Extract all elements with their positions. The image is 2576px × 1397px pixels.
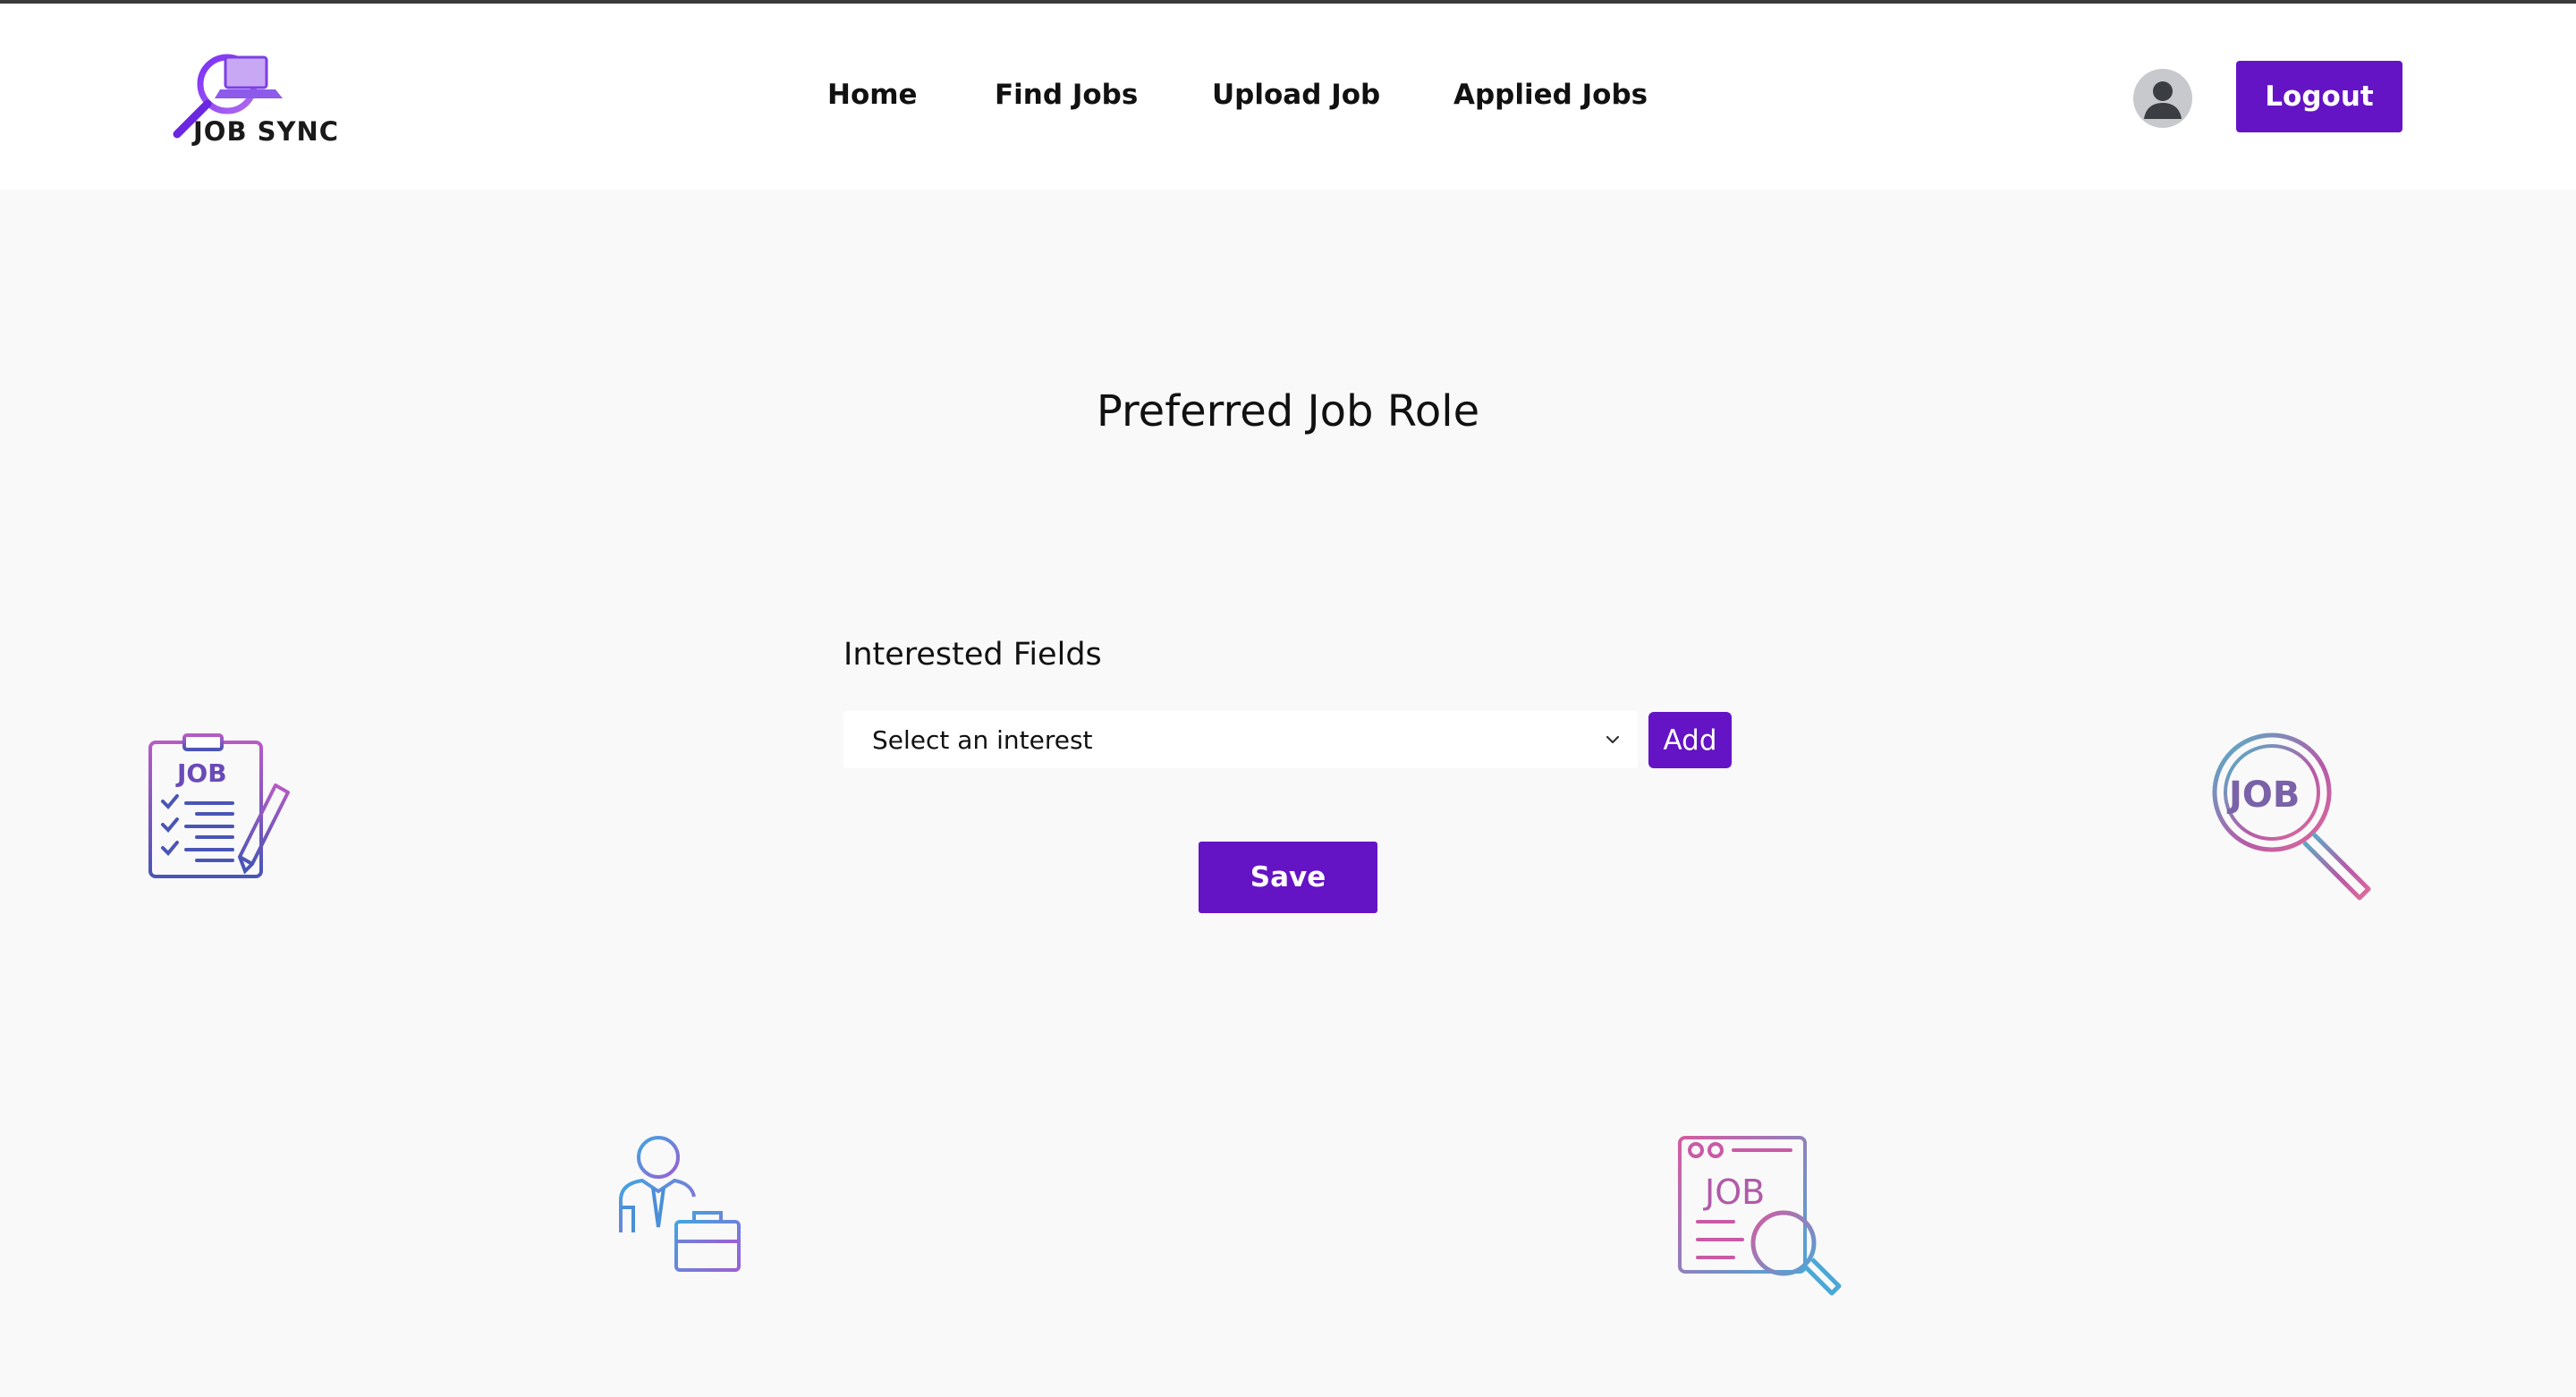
save-button[interactable]: Save bbox=[1199, 842, 1377, 913]
job-search-magnifier-icon: JOB bbox=[2207, 724, 2377, 903]
job-clipboard-icon: JOB bbox=[143, 732, 304, 884]
interested-fields-label: Interested Fields bbox=[843, 637, 1102, 673]
nav-applied-jobs[interactable]: Applied Jobs bbox=[1453, 79, 1648, 111]
businessman-briefcase-icon bbox=[608, 1132, 751, 1284]
interest-select-value: Select an interest bbox=[872, 724, 1093, 755]
chevron-down-icon bbox=[1606, 735, 1620, 744]
interest-select[interactable]: Select an interest bbox=[843, 711, 1638, 768]
nav-find-jobs[interactable]: Find Jobs bbox=[995, 79, 1138, 111]
logout-button[interactable]: Logout bbox=[2236, 61, 2402, 132]
nav-upload-job[interactable]: Upload Job bbox=[1212, 79, 1380, 111]
svg-text:JOB: JOB bbox=[1703, 1173, 1765, 1212]
svg-text:JOB: JOB bbox=[2226, 775, 2300, 816]
site-header: JOB SYNC Home Find Jobs Upload Job Appli… bbox=[0, 4, 2576, 190]
person-icon bbox=[2144, 81, 2182, 119]
logo-text: JOB SYNC bbox=[193, 116, 340, 147]
svg-text:JOB: JOB bbox=[175, 758, 227, 788]
page-title: Preferred Job Role bbox=[1096, 386, 1480, 436]
nav-home[interactable]: Home bbox=[827, 79, 918, 111]
job-browser-search-icon: JOB bbox=[1674, 1132, 1853, 1302]
user-avatar-icon[interactable] bbox=[2133, 69, 2192, 128]
add-interest-button[interactable]: Add bbox=[1648, 712, 1732, 768]
